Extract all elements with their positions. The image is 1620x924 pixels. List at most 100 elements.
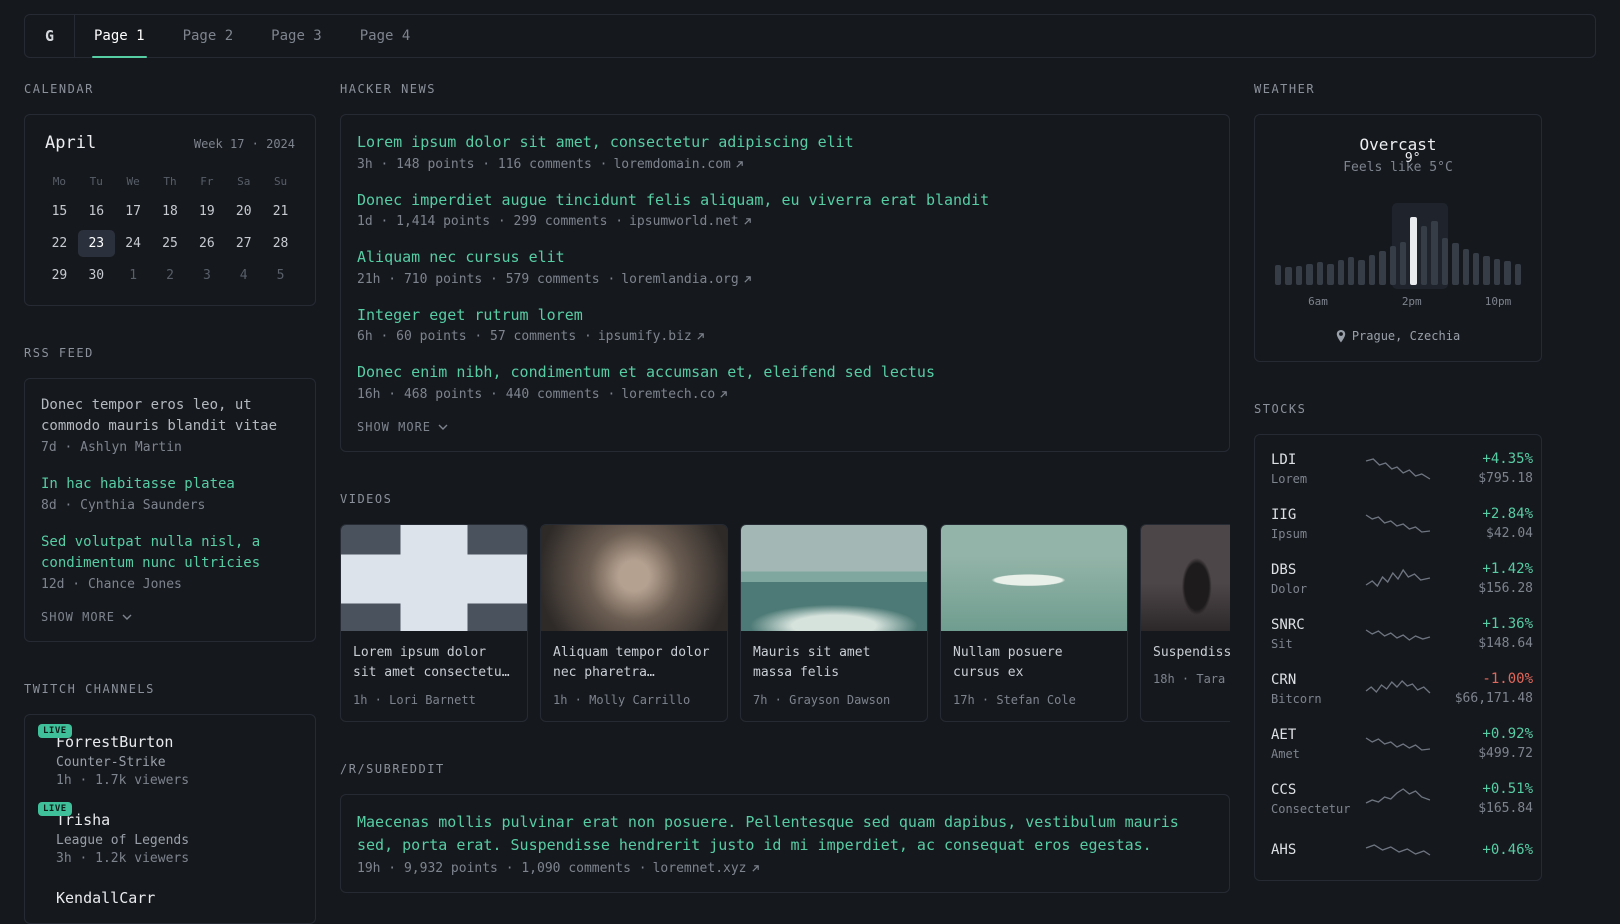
hn-item-domain-link[interactable]: ipsumworld.net (629, 214, 752, 229)
external-link-icon (744, 275, 751, 283)
hn-item-domain: loremtech.co (621, 386, 716, 402)
hn-item-meta: 1d · 1,414 points · 299 comments · ipsum… (357, 214, 1213, 229)
channel-game: League of Legends (56, 833, 190, 848)
stock-left: IIG Ipsum (1271, 507, 1355, 541)
tab-page-4[interactable]: Page 4 (341, 15, 430, 57)
hn-item-link[interactable]: Donec enim nibh, condimentum et accumsan… (357, 361, 1213, 384)
calendar-weekday-row: Mo Tu We Th Fr Sa Su (41, 175, 299, 188)
app-logo[interactable]: G (25, 15, 75, 57)
weather-bar (1514, 263, 1522, 285)
stock-row[interactable]: LDI Lorem +4.35% $795.18 (1271, 451, 1533, 486)
stock-name: Amet (1271, 746, 1300, 761)
hn-item-domain-link[interactable]: loremdomain.com (613, 157, 743, 172)
subreddit-post-domain-link[interactable]: loremnet.xyz (653, 861, 760, 876)
stock-row[interactable]: AHS +0.46% (1271, 836, 1533, 864)
weather-bar-current (1410, 216, 1417, 285)
rss-item-link[interactable]: Sed volutpat nulla nisl, a condimentum n… (41, 532, 299, 574)
tab-page-2[interactable]: Page 2 (164, 15, 253, 57)
show-more-label: SHOW MORE (357, 419, 432, 434)
video-card[interactable]: Nullam posuere cursus ex 17h · Stefan Co… (940, 523, 1128, 723)
calendar-card: April Week 17 · 2024 Mo Tu We Th Fr Sa S… (24, 114, 316, 306)
weather-bar (1379, 250, 1386, 285)
hn-item-link[interactable]: Aliquam nec cursus elit (357, 246, 1213, 269)
channel-info: Trisha League of Legends 3h · 1.2k viewe… (56, 811, 189, 866)
tab-page-3[interactable]: Page 3 (252, 15, 341, 57)
sparkline-path (1365, 736, 1431, 751)
weather-bar (1306, 263, 1313, 285)
stock-price: $795.18 (1478, 471, 1533, 486)
calendar-day: 29 (51, 268, 68, 283)
hn-item-domain-link[interactable]: ipsumify.biz (598, 329, 705, 344)
hn-item-stats: 1d · 1,414 points · 299 comments · (357, 214, 624, 229)
rss-item-link[interactable]: Donec tempor eros leo, ut commodo mauris… (41, 395, 299, 437)
tab-page-1[interactable]: Page 1 (75, 15, 164, 58)
chevron-down-icon (122, 614, 132, 620)
calendar-day: 19 (199, 204, 215, 219)
stock-change: +0.46% (1482, 842, 1533, 858)
channel-viewers: 3h · 1.2k viewers (56, 851, 190, 866)
rss-item-meta: 7d · Ashlyn Martin (41, 440, 182, 455)
stock-sparkline (1365, 730, 1431, 758)
hn-item-link[interactable]: Donec imperdiet augue tincidunt felis al… (357, 189, 1213, 212)
stock-name: Ipsum (1271, 526, 1308, 541)
subreddit-post-link[interactable]: Maecenas mollis pulvinar erat non posuer… (357, 811, 1213, 858)
twitch-channel[interactable]: LIVE Trisha League of Legends 3h · 1.2k … (38, 802, 299, 866)
twitch-channel[interactable]: KendallCarr (41, 889, 299, 907)
calendar-day: 18 (162, 204, 178, 219)
hn-item-domain-link[interactable]: loremlandia.org (621, 272, 751, 287)
stock-row[interactable]: SNRC Sit +1.36% $148.64 (1271, 616, 1533, 651)
page-tabs: Page 1 Page 2 Page 3 Page 4 (75, 15, 430, 58)
weekday-label: Sa (237, 175, 251, 188)
dashboard: G Page 1 Page 2 Page 3 Page 4 CALENDAR A… (0, 14, 1620, 924)
rss-widget-title: RSS FEED (24, 346, 94, 360)
twitch-card: LIVE ForrestBurton Counter-Strike 1h · 1… (24, 714, 316, 924)
weather-bar (1327, 263, 1334, 285)
hn-item-link[interactable]: Lorem ipsum dolor sit amet, consectetur … (357, 131, 1213, 154)
stock-row[interactable]: CCS Consectetur +0.51% $165.84 (1271, 781, 1533, 816)
stock-row[interactable]: CRN Bitcorn -1.00% $66,171.48 (1271, 671, 1533, 706)
hn-item-domain: ipsumworld.net (629, 214, 739, 229)
weekday-label: We (126, 175, 140, 188)
video-card[interactable]: Suspendisse diam 18h · Tara (1140, 523, 1230, 723)
calendar-day-next-month: 5 (276, 268, 285, 283)
weather-feels-like: Feels like 5°C (1343, 160, 1453, 175)
hn-item: Donec enim nibh, condimentum et accumsan… (357, 361, 1213, 402)
hn-item-domain: loremlandia.org (621, 271, 739, 287)
video-card[interactable]: Lorem ipsum dolor sit amet consectetu… 1… (340, 523, 528, 723)
hn-item-domain-link[interactable]: loremtech.co (621, 387, 728, 402)
external-link-icon (744, 218, 751, 225)
stock-sparkline (1365, 510, 1431, 538)
stock-price: $156.28 (1478, 581, 1533, 596)
stock-right: +4.35% $795.18 (1441, 451, 1533, 486)
stock-row[interactable]: DBS Dolor +1.42% $156.28 (1271, 561, 1533, 596)
external-link-icon (736, 160, 743, 168)
subreddit-post: Maecenas mollis pulvinar erat non posuer… (357, 811, 1213, 876)
weather-card: Overcast Feels like 5°C 9° 6am 2pm 10pm … (1254, 114, 1542, 362)
hn-show-more-button[interactable]: SHOW MORE (357, 420, 448, 434)
video-card[interactable]: Aliquam tempor dolor nec pharetra… 1h · … (540, 523, 728, 723)
external-link-icon (751, 864, 759, 872)
video-title: Mauris sit amet massa felis (753, 644, 871, 681)
middle-column: HACKER NEWS Lorem ipsum dolor sit amet, … (340, 82, 1230, 893)
rss-item-link[interactable]: In hac habitasse platea (41, 474, 299, 495)
video-card[interactable]: Mauris sit amet massa felis 7h · Grayson… (740, 523, 928, 723)
calendar-day: 20 (235, 204, 252, 219)
calendar-day-grid: 15 16 17 18 19 20 21 22 23 24 25 26 27 2… (41, 198, 299, 289)
stock-ticker: SNRC (1271, 616, 1305, 633)
subreddit-post-stats: 19h · 9,932 points · 1,090 comments · (357, 860, 647, 876)
video-thumbnail (741, 524, 927, 631)
video-body: Aliquam tempor dolor nec pharetra… 1h · … (541, 631, 727, 722)
twitch-channel[interactable]: LIVE ForrestBurton Counter-Strike 1h · 1… (38, 724, 299, 788)
subreddit-post-domain: loremnet.xyz (652, 860, 747, 876)
weather-condition: Overcast (1359, 135, 1437, 154)
twitch-widget: TWITCH CHANNELS LIVE ForrestBurton Count… (24, 682, 316, 924)
hn-item-link[interactable]: Integer eget rutrum lorem (357, 304, 1213, 327)
rss-show-more-button[interactable]: SHOW MORE (41, 610, 132, 624)
stock-right: -1.00% $66,171.48 (1441, 671, 1533, 706)
calendar-day-next-month: 2 (166, 268, 174, 283)
subreddit-card: Maecenas mollis pulvinar erat non posuer… (340, 794, 1230, 893)
stock-row[interactable]: IIG Ipsum +2.84% $42.04 (1271, 506, 1533, 541)
stock-row[interactable]: AET Amet +0.92% $499.72 (1271, 726, 1533, 761)
stocks-widget: STOCKS LDI Lorem +4.35% $795.18 IIG Ipsu… (1254, 402, 1542, 881)
calendar-day: 28 (272, 236, 289, 251)
